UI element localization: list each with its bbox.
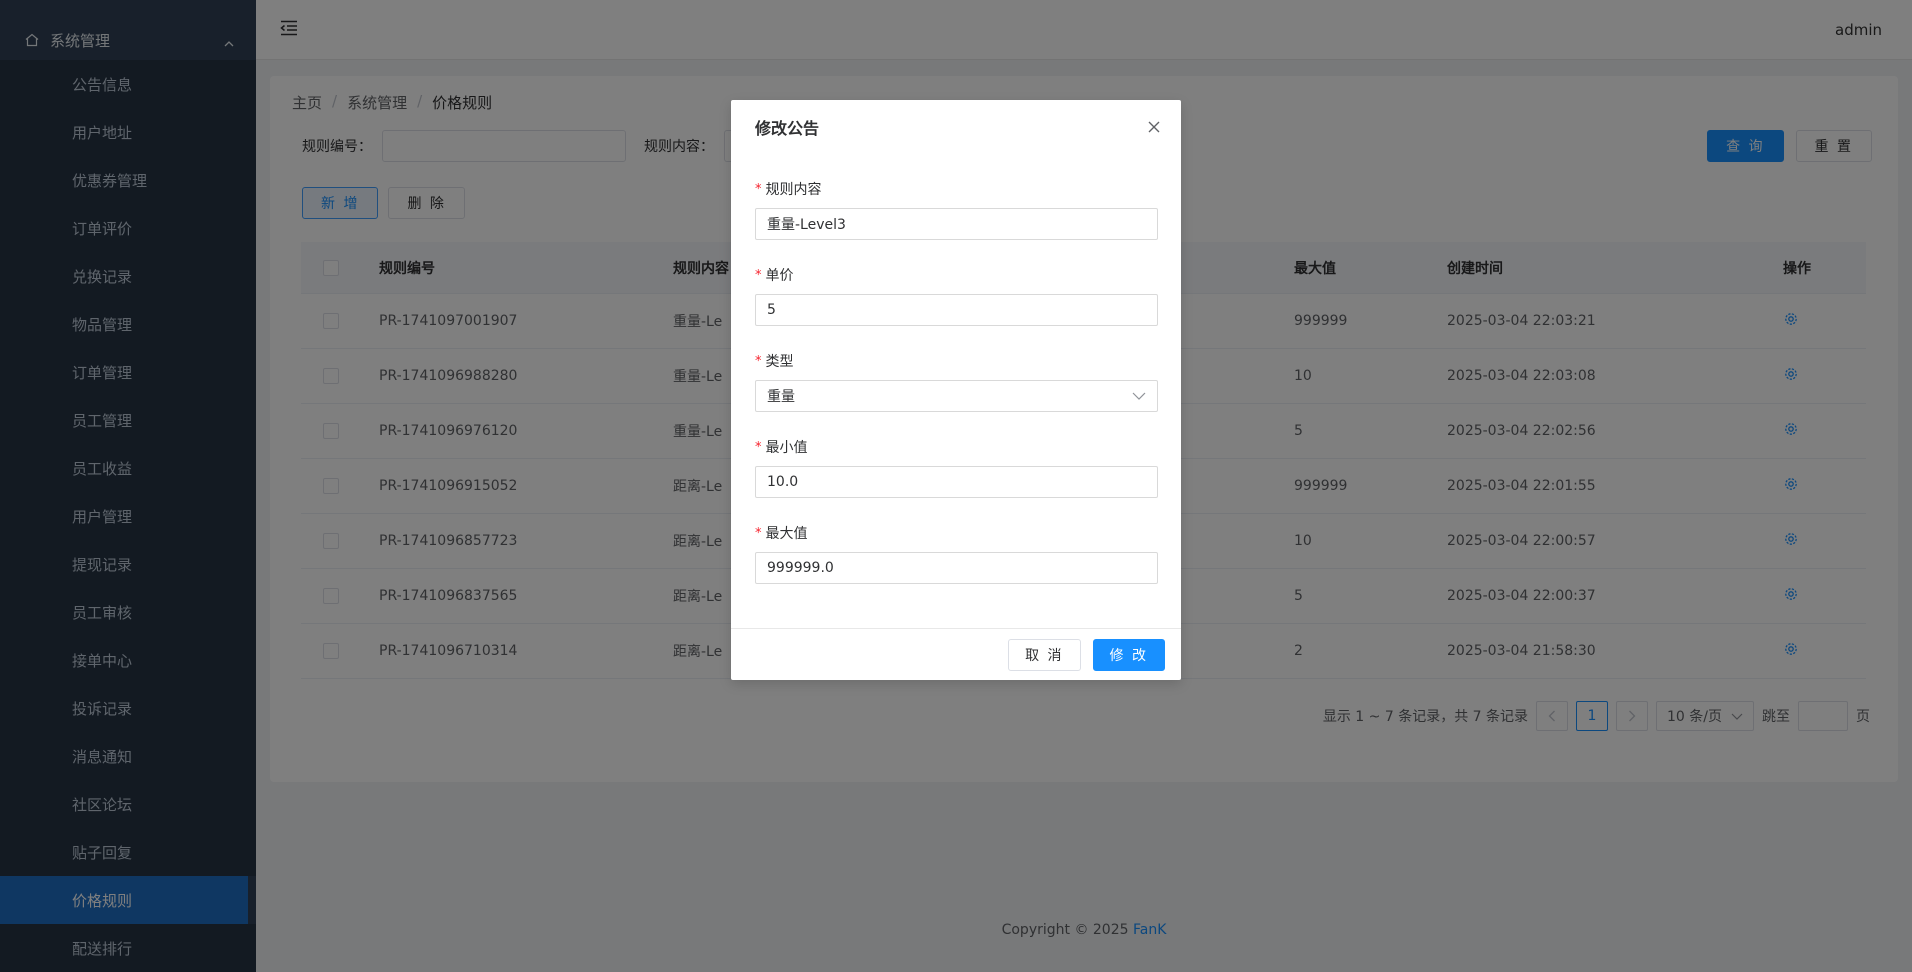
modal-header: 修改公告: [731, 100, 1181, 154]
field-label: 单价: [765, 268, 794, 284]
rule-content-field[interactable]: 重量-Level3: [755, 208, 1158, 240]
field-label: 最大值: [765, 526, 808, 542]
form-item-unit-price: * 单价 5: [755, 265, 1158, 326]
required-mark: *: [755, 525, 762, 541]
form-item-rule-content: * 规则内容 重量-Level3: [755, 179, 1158, 240]
required-mark: *: [755, 181, 762, 197]
cancel-button[interactable]: 取 消: [1008, 638, 1081, 671]
close-icon[interactable]: [1147, 120, 1161, 134]
modal-footer: 取 消 修 改: [731, 628, 1181, 680]
modal-form: * 规则内容 重量-Level3 * 单价 5 * 类型 重量 * 最小值 10.0 *…: [755, 154, 1158, 584]
modal-title: 修改公告: [755, 119, 820, 138]
field-label: 最小值: [765, 440, 808, 456]
min-value-field[interactable]: 10.0: [755, 466, 1158, 498]
required-mark: *: [755, 439, 762, 455]
required-mark: *: [755, 267, 762, 283]
max-value-field[interactable]: 999999.0: [755, 552, 1158, 584]
type-select[interactable]: 重量: [755, 380, 1158, 412]
form-item-min-value: * 最小值 10.0: [755, 437, 1158, 498]
form-item-max-value: * 最大值 999999.0: [755, 523, 1158, 584]
required-mark: *: [755, 353, 762, 369]
edit-modal: 修改公告 * 规则内容 重量-Level3 * 单价 5 * 类型 重量 * 最小值 1…: [731, 100, 1181, 680]
chevron-down-icon: [1132, 392, 1146, 400]
unit-price-field[interactable]: 5: [755, 294, 1158, 326]
form-item-type: * 类型 重量: [755, 351, 1158, 412]
field-label: 规则内容: [765, 182, 822, 198]
field-label: 类型: [765, 354, 794, 370]
submit-button[interactable]: 修 改: [1092, 638, 1165, 671]
